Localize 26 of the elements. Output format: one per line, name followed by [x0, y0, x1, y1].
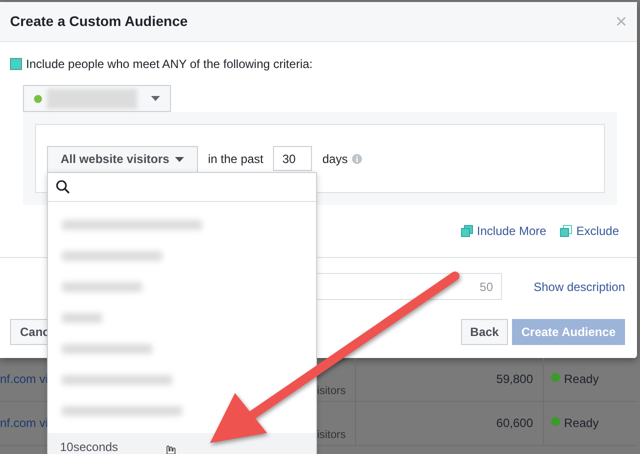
- audience-type-dropdown[interactable]: All website visitors: [47, 146, 198, 172]
- caret-icon: [151, 96, 160, 101]
- dialog-title: Create a Custom Audience: [10, 12, 188, 31]
- pixel-select[interactable]: [23, 85, 171, 112]
- caret-icon: [175, 156, 184, 162]
- status-label: Ready: [564, 371, 599, 388]
- back-button[interactable]: Back: [461, 319, 508, 345]
- days-input[interactable]: 30: [273, 146, 312, 171]
- criteria-checkbox[interactable]: [10, 58, 22, 70]
- show-description-link[interactable]: Show description: [534, 278, 625, 296]
- days-label: days: [322, 150, 348, 168]
- audience-size: 60,600: [355, 402, 543, 445]
- search-icon: [56, 180, 70, 194]
- stacked-squares-icon: [460, 225, 473, 237]
- character-counter: 50: [480, 278, 493, 296]
- audience-type: isitors: [317, 384, 347, 399]
- info-icon: [352, 154, 362, 164]
- exclude-link[interactable]: Exclude: [560, 222, 619, 240]
- criteria-label: Include people who meet ANY of the following criteria:: [26, 56, 313, 73]
- include-more-link[interactable]: Include More: [460, 222, 546, 240]
- audience-type: isitors: [317, 428, 347, 443]
- dropdown-option[interactable]: 10seconds: [48, 432, 316, 454]
- stacked-squares-icon: [560, 225, 572, 237]
- in-the-past-label: in the past: [208, 150, 264, 168]
- audience-size: 59,800: [355, 358, 543, 401]
- status-label: Ready: [564, 415, 599, 432]
